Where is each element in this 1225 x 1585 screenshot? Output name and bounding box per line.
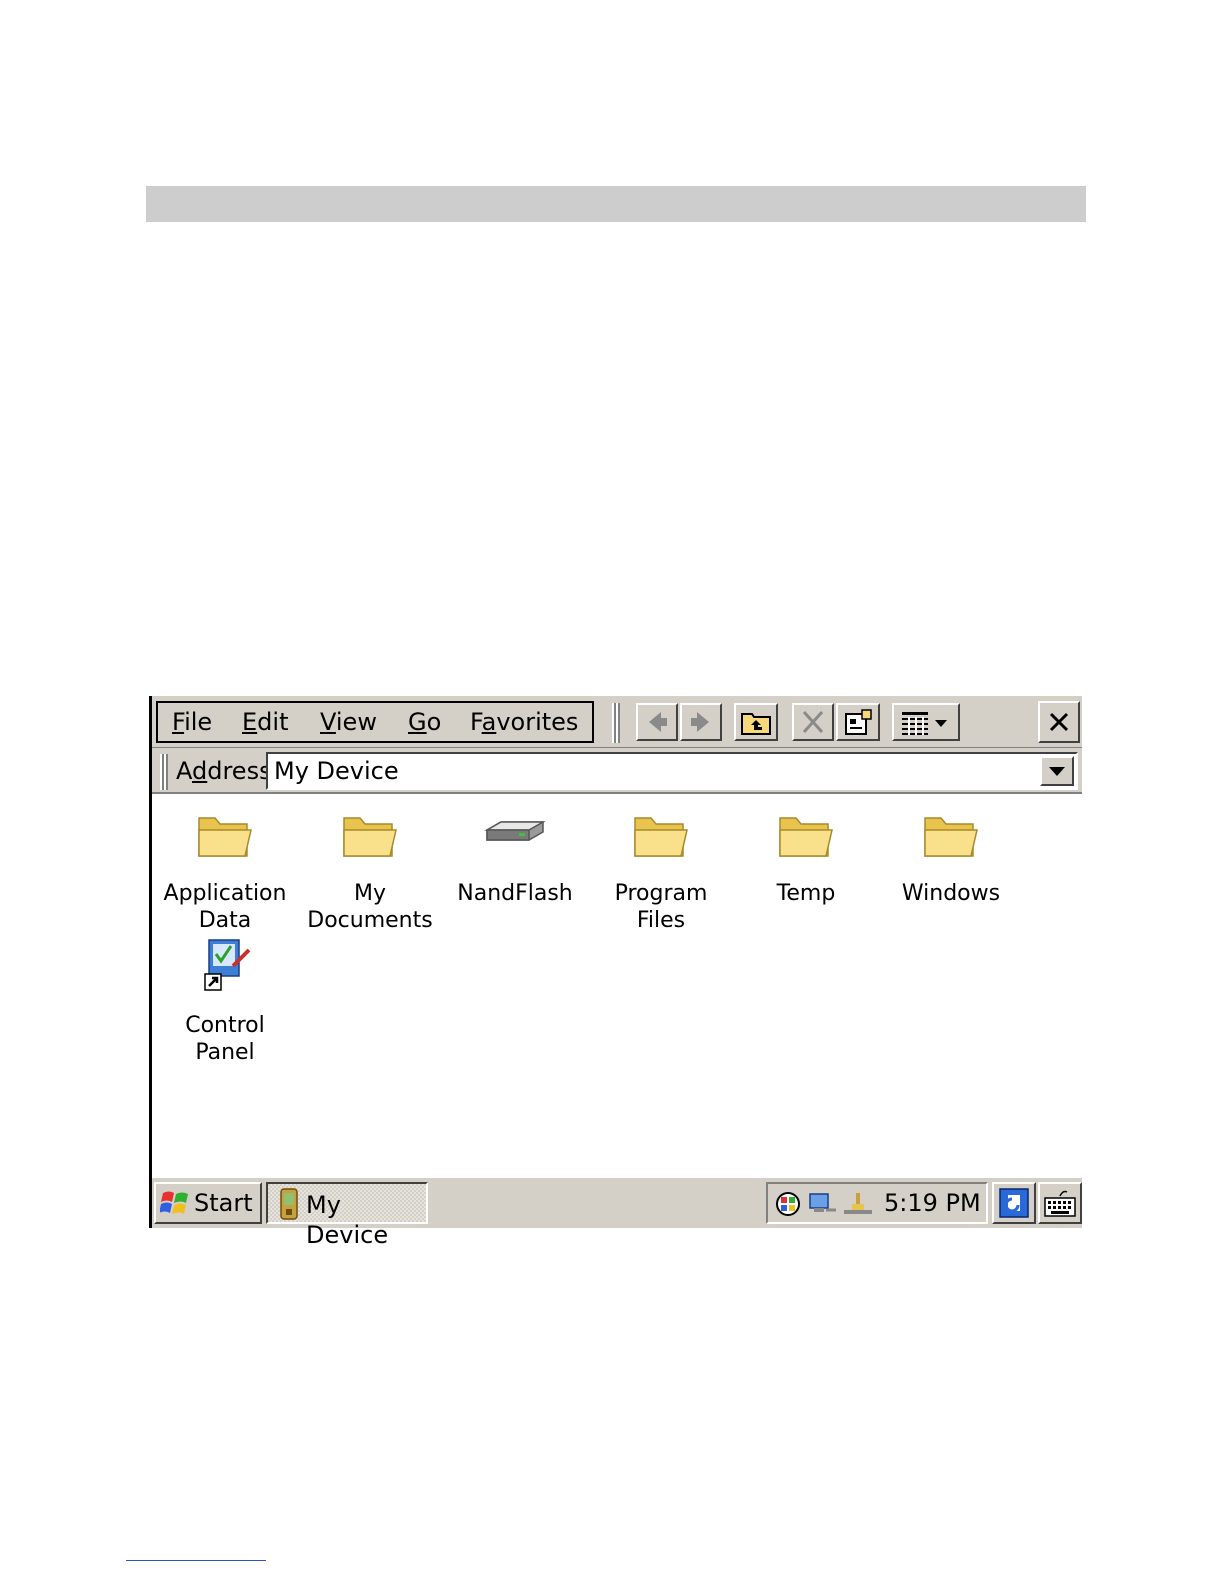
menu-favorites[interactable]: Favorites [470, 707, 578, 737]
device-icon [280, 1188, 298, 1220]
item-label: Control Panel [185, 1013, 265, 1065]
address-label: Address [176, 757, 272, 785]
item-label: Application Data [163, 881, 287, 933]
views-dropdown-button[interactable] [892, 703, 960, 741]
back-button[interactable] [636, 703, 678, 741]
desktop-button[interactable] [992, 1182, 1036, 1224]
task-button-my-device[interactable]: My Device [266, 1182, 428, 1249]
item-application-data[interactable]: Application Data [152, 804, 298, 934]
properties-button[interactable] [836, 703, 880, 741]
system-tray: 5:19 PM [766, 1182, 988, 1224]
header-band [146, 186, 1086, 222]
item-label: Windows [901, 881, 1001, 906]
desktop-icon [999, 1188, 1029, 1218]
item-my-documents[interactable]: My Documents [297, 804, 443, 934]
close-icon [1049, 712, 1069, 732]
item-label: My Documents [307, 881, 433, 933]
item-control-panel[interactable]: Control Panel [152, 936, 298, 1066]
explorer-window: File Edit View Go Favorites Address My D… [149, 696, 1082, 1249]
item-temp[interactable]: Temp [733, 804, 879, 907]
windows-logo-icon [160, 1191, 188, 1214]
drive-icon [483, 804, 547, 868]
control-panel-shortcut-icon [193, 936, 257, 1000]
computer-connection-icon[interactable] [808, 1190, 838, 1218]
item-nandflash[interactable]: NandFlash [442, 804, 588, 907]
folder-icon [338, 804, 402, 868]
address-dropdown-button[interactable] [1040, 756, 1074, 786]
address-bar: Address My Device [152, 748, 1082, 794]
folder-icon [193, 804, 257, 868]
footer-rule [126, 1560, 266, 1561]
menu-bar: File Edit View Go Favorites [156, 701, 594, 743]
taskbar: Start My Device 5:19 PM [152, 1176, 1082, 1249]
address-grip[interactable] [160, 754, 168, 790]
chevron-down-icon [1049, 767, 1065, 776]
address-input[interactable]: My Device [266, 752, 1078, 790]
folder-icon [774, 804, 838, 868]
forward-button[interactable] [680, 703, 722, 741]
back-arrow-icon [649, 712, 667, 732]
toolbar-grip[interactable] [612, 703, 620, 743]
menu-edit[interactable]: Edit [242, 707, 288, 737]
address-value: My Device [274, 757, 399, 785]
menu-file[interactable]: File [172, 707, 212, 737]
up-folder-icon [741, 713, 771, 735]
item-label: NandFlash [457, 881, 573, 906]
command-bar: File Edit View Go Favorites [152, 696, 1082, 748]
delete-x-icon [802, 710, 824, 734]
file-list: Application Data My Documents NandFlash … [152, 794, 1082, 1176]
start-button[interactable]: Start [154, 1182, 262, 1224]
close-button[interactable] [1038, 701, 1080, 743]
task-label: My Device [306, 1191, 389, 1249]
menu-go[interactable]: Go [408, 707, 441, 737]
properties-icon [845, 709, 872, 735]
network-globe-icon[interactable] [774, 1190, 802, 1218]
usb-connection-icon[interactable] [842, 1190, 874, 1218]
item-label: Temp [776, 881, 836, 906]
item-windows[interactable]: Windows [878, 804, 1024, 907]
start-label: Start [194, 1189, 253, 1217]
keyboard-icon [1044, 1190, 1076, 1217]
clock[interactable]: 5:19 PM [884, 1188, 981, 1218]
menu-view[interactable]: View [320, 707, 377, 737]
folder-icon [919, 804, 983, 868]
list-view-icon [902, 712, 947, 735]
forward-arrow-icon [691, 712, 709, 732]
keyboard-button[interactable] [1038, 1182, 1082, 1224]
delete-button[interactable] [792, 703, 834, 741]
up-folder-button[interactable] [734, 703, 778, 741]
item-label: Program Files [614, 881, 708, 933]
folder-icon [629, 804, 693, 868]
item-program-files[interactable]: Program Files [588, 804, 734, 934]
